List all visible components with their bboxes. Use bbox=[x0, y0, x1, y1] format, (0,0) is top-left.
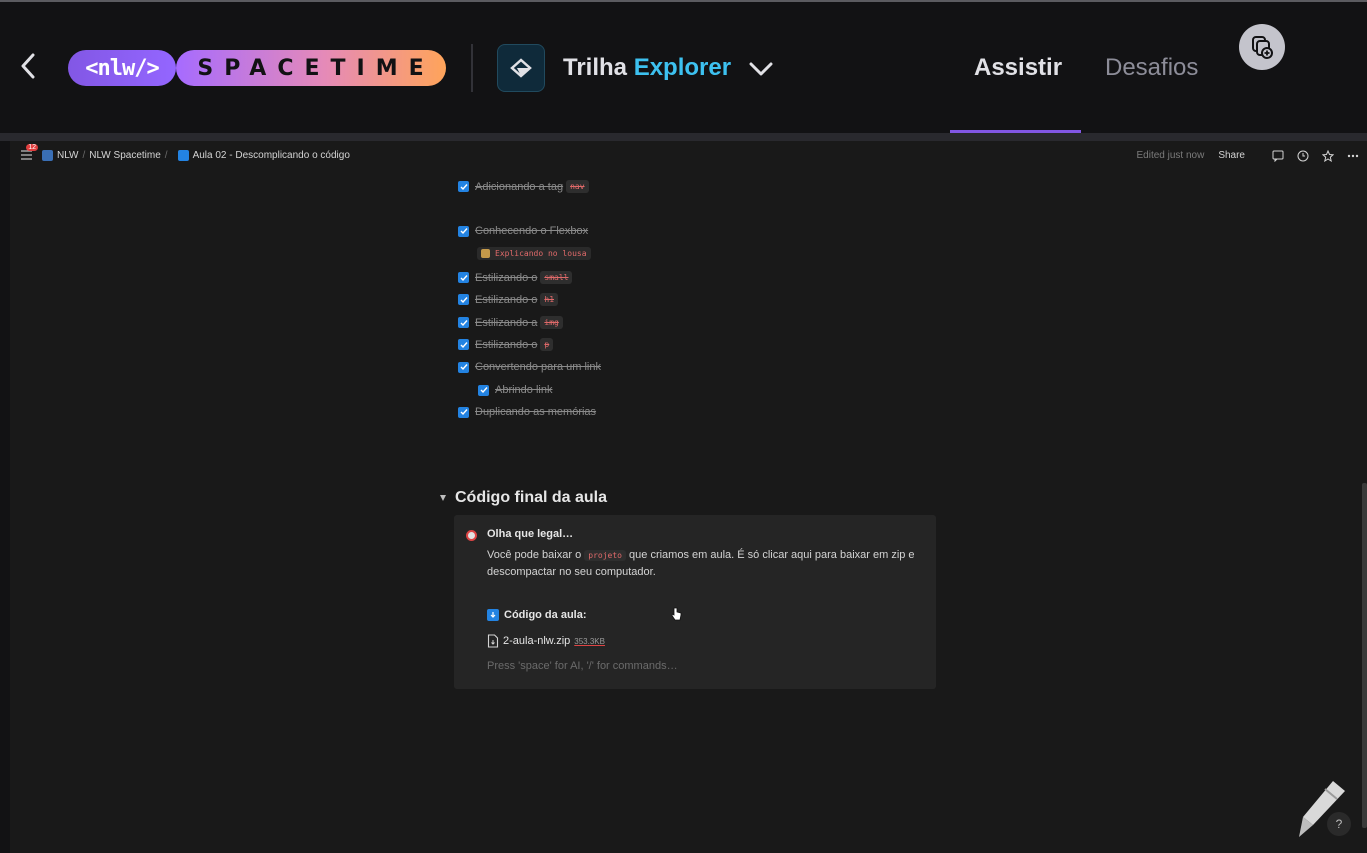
nlw-spacetime-logo[interactable]: <nlw/> SPACETIME bbox=[68, 50, 446, 86]
checkbox-checked-icon[interactable] bbox=[458, 406, 469, 418]
callout-text-before: Você pode baixar o bbox=[487, 549, 582, 561]
section-title: Código final da aula bbox=[455, 489, 608, 506]
todo-text: Estilizando a bbox=[475, 316, 538, 329]
todo-text: Estilizando o bbox=[475, 271, 538, 284]
callout-box: Olha que legal… Você pode baixar o proje… bbox=[454, 515, 936, 689]
breadcrumb-separator: / bbox=[164, 149, 168, 161]
checkbox-checked-icon[interactable] bbox=[458, 181, 469, 192]
todo-item[interactable]: Estilizando op bbox=[458, 338, 554, 351]
todo-text: Estilizando o bbox=[475, 293, 538, 306]
breadcrumb-item-spacetime[interactable]: NLW Spacetime bbox=[89, 150, 161, 161]
trail-explorer-icon bbox=[497, 44, 545, 92]
section-toggle[interactable]: Código final da aula bbox=[440, 489, 607, 507]
download-icon bbox=[487, 609, 499, 621]
trail-name: Explorer bbox=[633, 54, 732, 81]
todo-text: Convertendo para um link bbox=[475, 361, 601, 373]
inline-code: nav bbox=[566, 180, 589, 193]
todo-item[interactable]: Abrindo link bbox=[478, 384, 552, 396]
breadcrumb-item-aula[interactable]: Aula 02 - Descomplicando o código bbox=[193, 150, 350, 161]
note-chip: Explicando no lousa bbox=[477, 247, 591, 260]
todo-item[interactable]: Duplicando as memórias bbox=[458, 406, 596, 418]
note-text: Explicando no lousa bbox=[495, 249, 587, 258]
clock-icon[interactable] bbox=[1296, 149, 1309, 162]
todo-item[interactable]: Convertendo para um link bbox=[458, 361, 601, 373]
trail-prefix: Trilha bbox=[563, 54, 628, 81]
notification-badge: 12 bbox=[26, 144, 38, 151]
file-attachment[interactable]: 2-aula-nlw.zip 353.3KB bbox=[487, 634, 605, 648]
file-icon bbox=[487, 634, 499, 648]
todo-text: Conhecendo o Flexbox bbox=[475, 225, 589, 237]
file-size: 353.3KB bbox=[574, 636, 605, 646]
note-emoji-icon bbox=[481, 249, 490, 258]
breadcrumb: 12 NLW / NLW Spacetime / Aula 02 - Desco… bbox=[20, 144, 354, 161]
scrollbar[interactable] bbox=[1362, 483, 1367, 828]
edited-status: Edited just now bbox=[1136, 150, 1205, 161]
checkbox-checked-icon[interactable] bbox=[458, 361, 469, 373]
breadcrumb-item-nlw[interactable]: NLW bbox=[57, 150, 78, 161]
download-label: Código da aula: bbox=[504, 609, 587, 621]
todo-text: Duplicando as memórias bbox=[475, 406, 597, 418]
rocket-icon bbox=[42, 149, 53, 161]
chevron-left-icon bbox=[21, 53, 35, 79]
back-button[interactable] bbox=[14, 50, 42, 82]
logo-tag: <nlw/> bbox=[68, 50, 176, 86]
page-actions: Edited just now Share bbox=[1136, 149, 1359, 162]
checkbox-checked-icon[interactable] bbox=[458, 294, 469, 305]
hand-cursor-icon bbox=[671, 607, 682, 621]
inline-code: img bbox=[540, 316, 563, 329]
todo-text: Estilizando o bbox=[475, 338, 538, 351]
number-two-icon bbox=[177, 149, 189, 161]
header-divider bbox=[471, 44, 473, 92]
callout-body: Você pode baixar o projeto que criamos e… bbox=[487, 547, 927, 581]
todo-item[interactable]: Adicionando a tag nav bbox=[458, 180, 589, 193]
add-screen-button[interactable] bbox=[1239, 24, 1285, 70]
inline-code: small bbox=[540, 271, 573, 284]
app-header: <nlw/> SPACETIME Trilha Explorer Assisti… bbox=[0, 2, 1367, 133]
checkbox-checked-icon[interactable] bbox=[478, 384, 489, 396]
tab-desafios[interactable]: Desafios bbox=[1105, 54, 1198, 82]
file-name[interactable]: 2-aula-nlw.zip bbox=[503, 635, 570, 647]
toggle-triangle-icon[interactable] bbox=[440, 495, 446, 501]
chevron-down-icon bbox=[749, 62, 773, 76]
copy-plus-icon bbox=[1252, 36, 1273, 59]
todo-item[interactable]: Estilizando o h1 bbox=[458, 293, 559, 306]
video-player[interactable]: 12 NLW / NLW Spacetime / Aula 02 - Desco… bbox=[10, 141, 1367, 853]
block-placeholder[interactable]: Press 'space' for AI, '/' for commands… bbox=[487, 660, 678, 672]
todo-item[interactable]: Conhecendo o Flexbox bbox=[458, 225, 588, 237]
inline-code: projeto bbox=[584, 550, 626, 561]
tab-assistir[interactable]: Assistir bbox=[974, 54, 1062, 82]
share-button[interactable]: Share bbox=[1218, 150, 1245, 161]
trail-dropdown-button[interactable] bbox=[746, 56, 776, 82]
breadcrumb-separator: / bbox=[82, 149, 86, 161]
checkbox-checked-icon[interactable] bbox=[458, 272, 469, 283]
comment-icon[interactable] bbox=[1271, 149, 1284, 162]
header-separator bbox=[0, 133, 1367, 141]
todo-item[interactable]: Estilizando a img bbox=[458, 316, 563, 329]
logo-word: SPACETIME bbox=[176, 50, 446, 86]
todo-text: Adicionando a tag bbox=[475, 180, 564, 193]
trail-title: Trilha Explorer bbox=[563, 54, 731, 82]
target-icon bbox=[466, 530, 477, 541]
more-icon[interactable] bbox=[1346, 149, 1359, 162]
todo-item[interactable]: Estilizando o small bbox=[458, 271, 573, 284]
download-heading: Código da aula: bbox=[487, 609, 587, 621]
inline-code: h1 bbox=[540, 293, 559, 306]
menu-icon[interactable]: 12 bbox=[20, 144, 38, 161]
checkbox-checked-icon[interactable] bbox=[458, 339, 469, 350]
inline-code: p bbox=[540, 338, 554, 351]
star-icon[interactable] bbox=[1321, 149, 1334, 162]
checkbox-checked-icon[interactable] bbox=[458, 317, 469, 328]
todo-text: Abrindo link bbox=[495, 384, 553, 396]
callout-title: Olha que legal… bbox=[487, 528, 574, 540]
help-button[interactable]: ? bbox=[1327, 812, 1351, 836]
checkbox-checked-icon[interactable] bbox=[458, 225, 469, 237]
